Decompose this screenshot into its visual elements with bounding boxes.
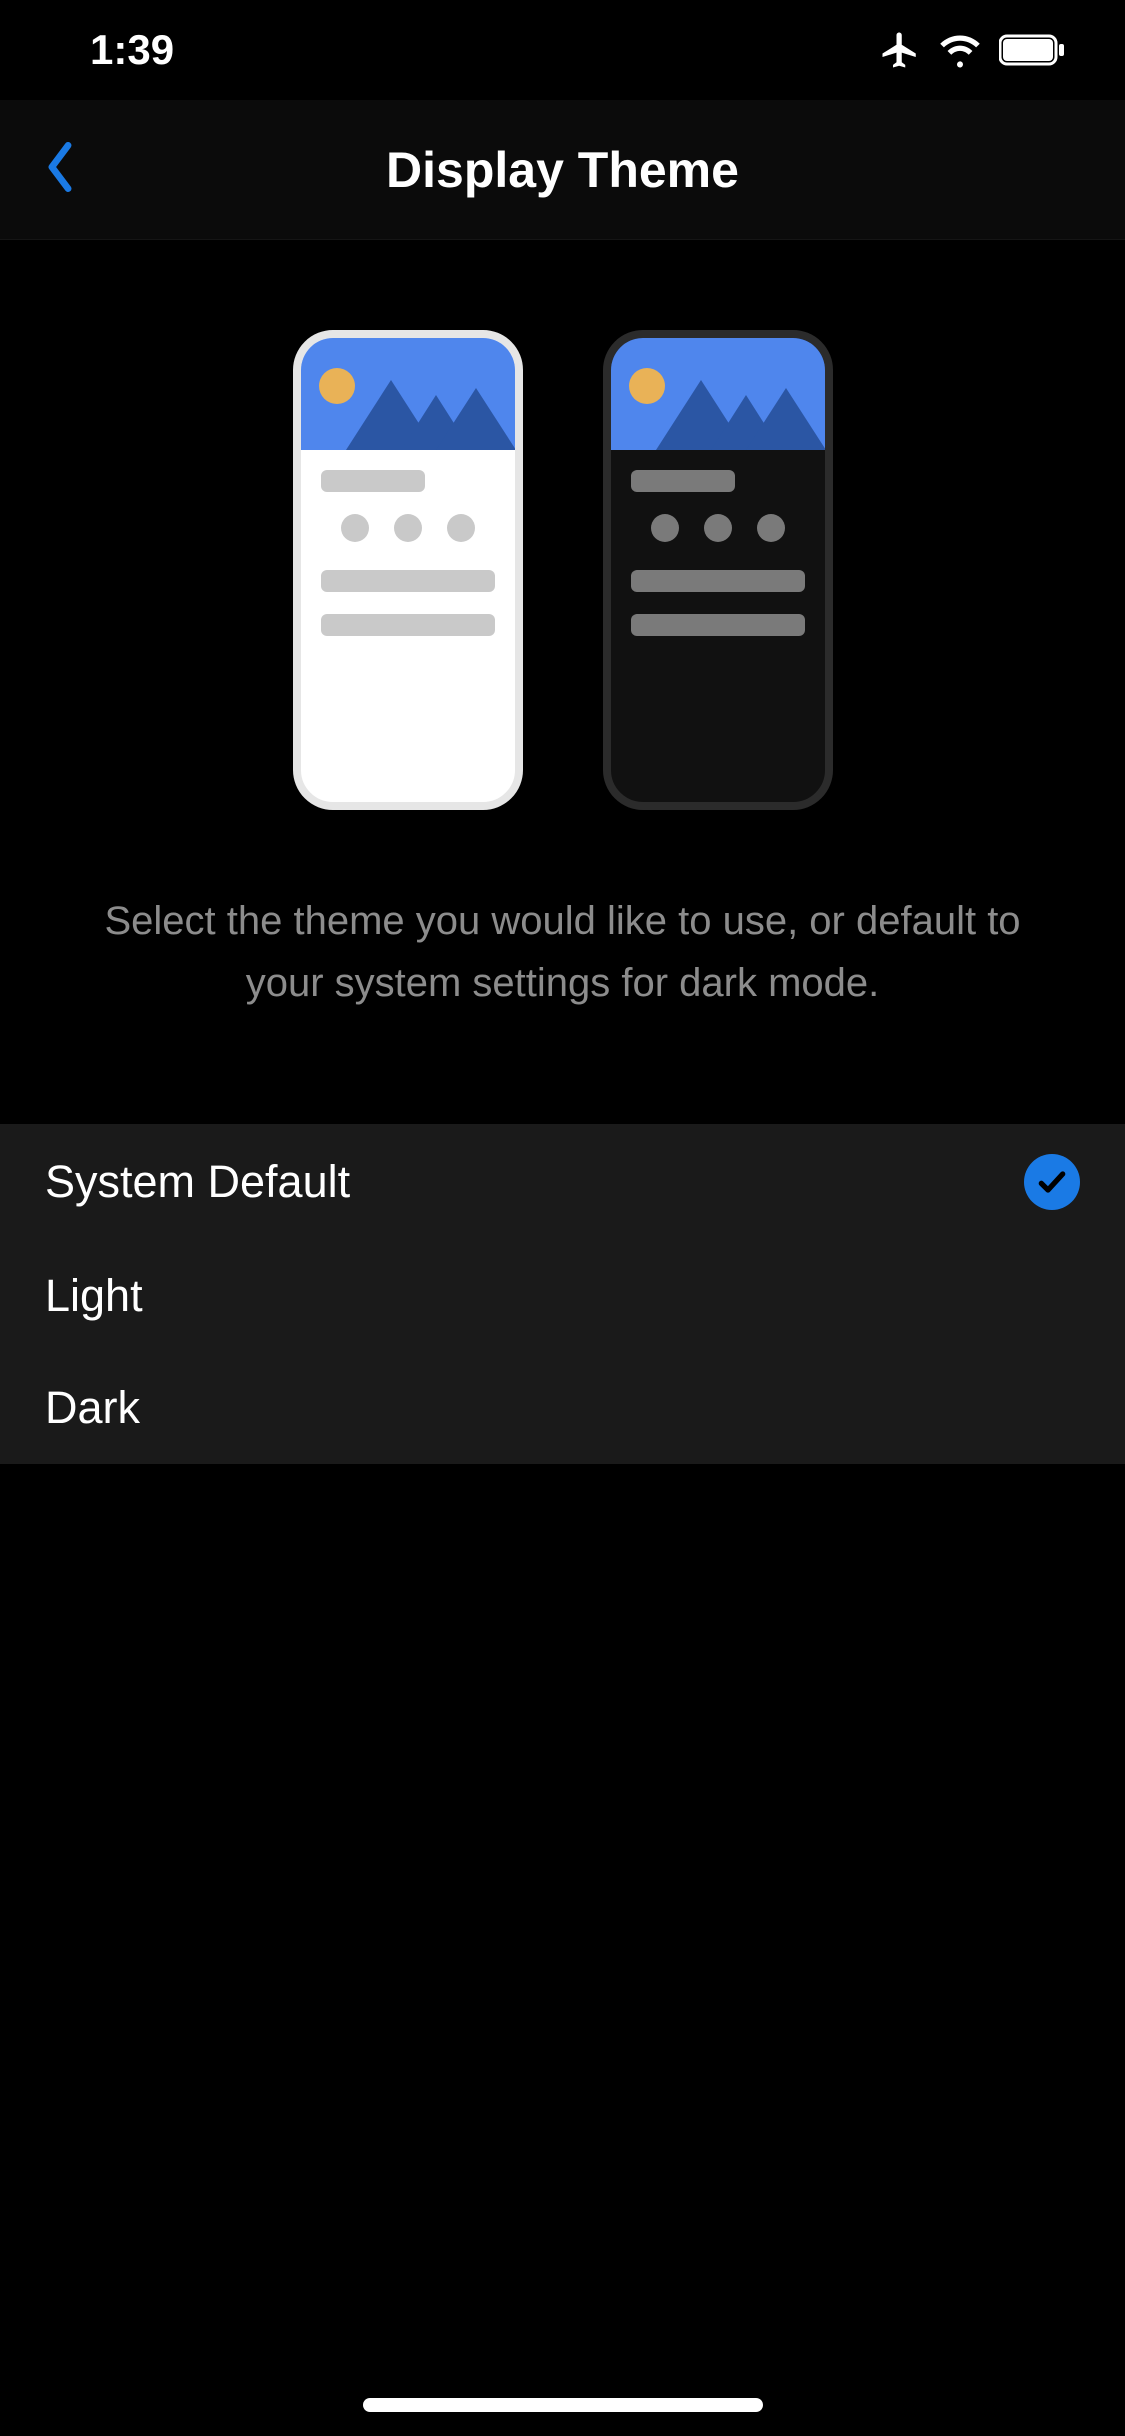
theme-options-list: System Default Light Dark [0, 1124, 1125, 1464]
option-label: Dark [45, 1382, 140, 1434]
option-light[interactable]: Light [0, 1240, 1125, 1352]
option-label: System Default [45, 1156, 350, 1208]
wifi-icon [939, 29, 981, 71]
option-dark[interactable]: Dark [0, 1352, 1125, 1464]
status-time: 1:39 [90, 26, 174, 74]
status-icons [879, 29, 1065, 71]
back-button[interactable] [30, 140, 90, 200]
status-bar: 1:39 [0, 0, 1125, 100]
home-indicator[interactable] [363, 2398, 763, 2412]
airplane-mode-icon [879, 29, 921, 71]
navigation-bar: Display Theme [0, 100, 1125, 240]
dark-theme-preview [603, 330, 833, 810]
description-text: Select the theme you would like to use, … [0, 890, 1125, 1014]
chevron-left-icon [42, 140, 78, 199]
option-label: Light [45, 1270, 143, 1322]
battery-icon [999, 34, 1065, 66]
option-system-default[interactable]: System Default [0, 1124, 1125, 1240]
light-theme-preview [293, 330, 523, 810]
checkmark-icon [1024, 1154, 1080, 1210]
theme-illustration [0, 240, 1125, 810]
page-title: Display Theme [386, 141, 739, 199]
